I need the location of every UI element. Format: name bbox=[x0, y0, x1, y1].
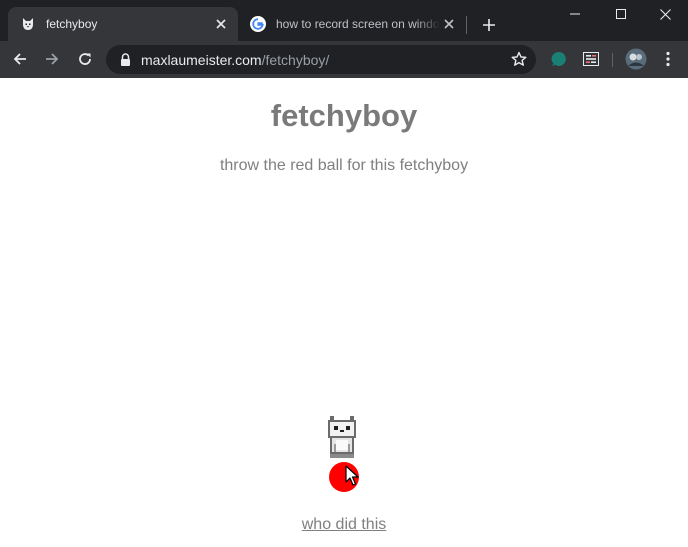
lock-icon[interactable] bbox=[118, 53, 132, 67]
address-bar[interactable]: maxlaumeister.com/fetchyboy/ bbox=[106, 45, 536, 74]
toolbar-separator bbox=[612, 53, 613, 67]
maximize-window-icon[interactable] bbox=[598, 0, 644, 28]
fetchyboy-dog-sprite bbox=[326, 416, 358, 458]
back-arrow-icon[interactable] bbox=[6, 45, 34, 73]
close-tab-icon[interactable] bbox=[212, 15, 230, 33]
tab-separator bbox=[466, 16, 467, 34]
close-window-icon[interactable] bbox=[642, 0, 688, 28]
page-viewport: fetchyboy throw the red ball for this fe… bbox=[0, 78, 688, 547]
close-tab-icon[interactable] bbox=[440, 15, 458, 33]
new-tab-plus-icon[interactable] bbox=[478, 14, 500, 36]
page-title: fetchyboy bbox=[270, 98, 418, 133]
browser-toolbar: maxlaumeister.com/fetchyboy/ bbox=[0, 41, 688, 78]
extension-teal-icon[interactable] bbox=[545, 45, 573, 73]
tab-title: how to record screen on windo bbox=[276, 17, 440, 31]
google-g-icon bbox=[250, 16, 266, 32]
url-path: /fetchyboy/ bbox=[261, 51, 330, 68]
tab-title: fetchyboy bbox=[46, 17, 98, 31]
reload-icon[interactable] bbox=[71, 45, 99, 73]
minimize-window-icon[interactable] bbox=[552, 0, 598, 28]
tab-fetchyboy[interactable]: fetchyboy bbox=[8, 7, 238, 41]
who-did-this-link[interactable]: who did this bbox=[0, 516, 688, 534]
forward-arrow-icon[interactable] bbox=[38, 45, 66, 73]
star-icon[interactable] bbox=[510, 50, 528, 68]
more-menu-icon[interactable] bbox=[654, 45, 682, 73]
profile-avatar-icon[interactable] bbox=[622, 45, 650, 73]
browser-titlebar: fetchyboy how to record screen on windo bbox=[0, 0, 688, 41]
extension-list-icon[interactable] bbox=[577, 45, 605, 73]
mouse-cursor-icon bbox=[345, 465, 359, 487]
url-host: maxlaumeister.com bbox=[141, 51, 262, 68]
dog-favicon-icon bbox=[20, 16, 36, 32]
tab-google-search[interactable]: how to record screen on windo bbox=[240, 7, 466, 41]
page-subtitle: throw the red ball for this fetchyboy bbox=[219, 157, 469, 174]
